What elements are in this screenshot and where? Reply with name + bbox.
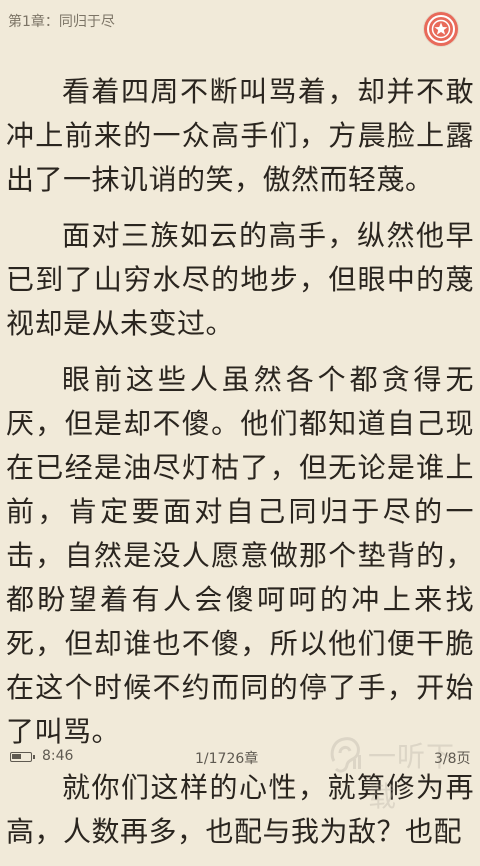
chapter-title: 第1章：同归于尽 [8,14,115,30]
watermark-text: 一听下载 [368,740,456,813]
page-progress: 3/8页 [434,751,471,767]
battery-icon [10,752,35,762]
chapter-progress: 1/1726章 [195,751,259,767]
reader-footer: 8:46 1/1726章 一听下载 3/8页 [0,723,480,813]
battery-level-fill [12,754,21,759]
ear-logo-icon [330,737,361,773]
paragraph: 眼前这些人虽然各个都贪得无厌，但是却不傻。他们都知道自己现在已经是油尽灯枯了，但… [6,363,474,748]
target-icon[interactable] [424,12,458,46]
paragraph: 面对三族如云的高手，纵然他早已到了山穷水尽的地步，但眼中的蔑视却是从未变过。 [6,219,474,340]
paragraph: 看着四周不断叫骂着，却并不敢冲上前来的一众高手们，方晨脸上露出了一抹讥诮的笑，傲… [6,75,474,196]
reader-header: 第1章：同归于尽 [0,0,480,46]
time: 8:46 [42,748,74,764]
